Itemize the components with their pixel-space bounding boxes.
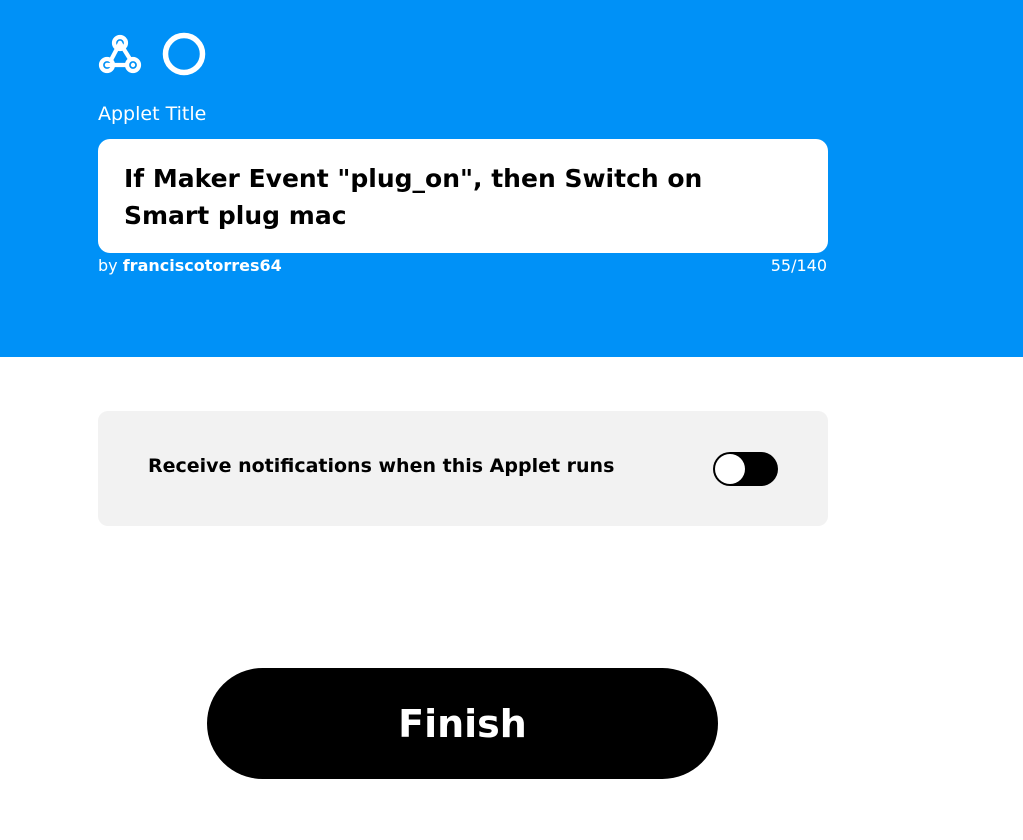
byline: by franciscotorres64 xyxy=(98,256,282,275)
notifications-label: Receive notifications when this Applet r… xyxy=(148,455,615,477)
applet-title-field[interactable]: If Maker Event "plug_on", then Switch on… xyxy=(98,139,828,253)
webhook-icon xyxy=(98,34,142,74)
applet-title-text[interactable]: If Maker Event "plug_on", then Switch on… xyxy=(124,160,768,234)
character-count: 55/140 xyxy=(770,256,827,275)
notifications-panel: Receive notifications when this Applet r… xyxy=(98,411,828,526)
notifications-toggle[interactable] xyxy=(713,452,778,486)
toggle-knob xyxy=(715,454,745,484)
applet-header: Applet Title If Maker Event "plug_on", t… xyxy=(0,0,1023,357)
ring-icon xyxy=(162,32,206,76)
service-icons xyxy=(97,31,206,77)
applet-title-label: Applet Title xyxy=(98,103,207,125)
author-name: franciscotorres64 xyxy=(122,256,282,275)
finish-button[interactable]: Finish xyxy=(207,668,718,779)
byline-prefix: by xyxy=(98,256,118,275)
